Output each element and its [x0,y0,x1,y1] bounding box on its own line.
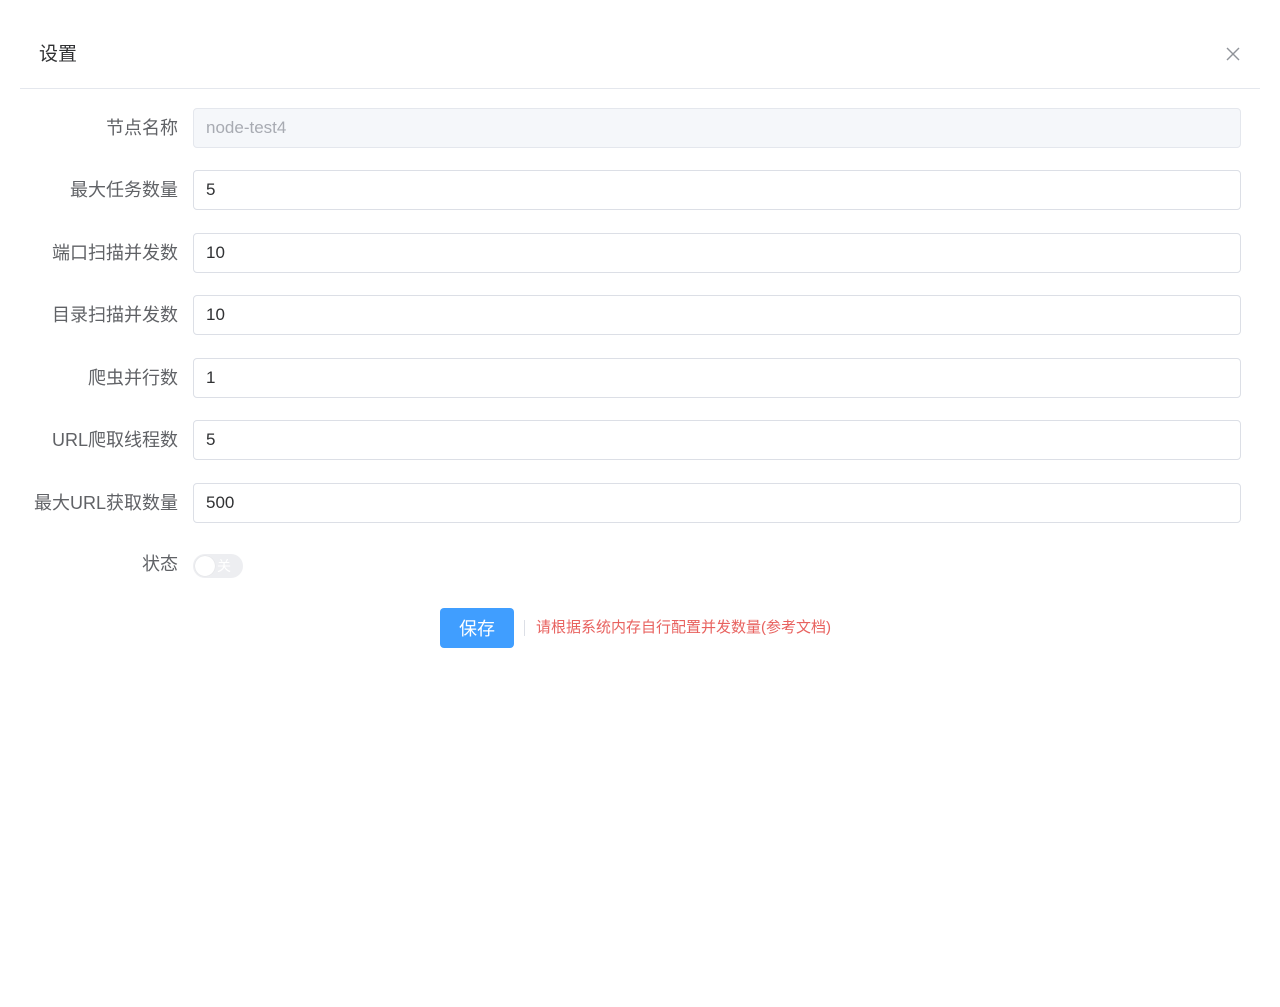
max-tasks-label: 最大任务数量 [70,180,178,200]
concurrency-hint-link[interactable]: 请根据系统内存自行配置并发数量(参考文档) [536,618,831,638]
node-name-input[interactable] [193,108,1241,148]
dir-scan-concurrency-input[interactable] [193,295,1241,335]
crawler-parallel-label: 爬虫并行数 [88,368,178,388]
max-url-fetch-input[interactable] [193,483,1241,523]
save-button[interactable]: 保存 [440,608,514,648]
url-crawl-threads-input[interactable] [193,420,1241,460]
port-scan-concurrency-label: 端口扫描并发数 [52,243,178,263]
status-label: 状态 [142,554,178,574]
max-url-fetch-label: 最大URL获取数量 [33,493,178,513]
close-icon[interactable] [1223,44,1243,64]
form-row-max-tasks: 最大任务数量 [0,170,1280,210]
url-crawl-threads-label: URL爬取线程数 [51,430,178,450]
toggle-knob [195,556,215,576]
dir-scan-concurrency-label: 目录扫描并发数 [52,305,178,325]
form-row-url-threads: URL爬取线程数 [0,420,1280,460]
form-row-max-url: 最大URL获取数量 [0,483,1280,523]
divider [524,620,525,636]
port-scan-concurrency-input[interactable] [193,233,1241,273]
dialog-header: 设置 [20,0,1260,89]
status-toggle[interactable]: 关 [193,554,243,578]
settings-dialog: 设置 节点名称 最大任务数量 端口扫描并发数 目录扫描并发数 爬虫并行数 [0,0,1280,1007]
form-row-port-scan: 端口扫描并发数 [0,233,1280,273]
crawler-parallel-input[interactable] [193,358,1241,398]
form-actions: 保存 请根据系统内存自行配置并发数量(参考文档) [0,608,1280,648]
node-name-label: 节点名称 [106,118,178,138]
form-row-dir-scan: 目录扫描并发数 [0,295,1280,335]
toggle-text: 关 [217,558,231,574]
form-row-status: 状态 关 [0,544,1280,584]
form-row-crawler: 爬虫并行数 [0,358,1280,398]
form-row-node-name: 节点名称 [0,108,1280,148]
dialog-title: 设置 [39,44,78,65]
max-tasks-input[interactable] [193,170,1241,210]
